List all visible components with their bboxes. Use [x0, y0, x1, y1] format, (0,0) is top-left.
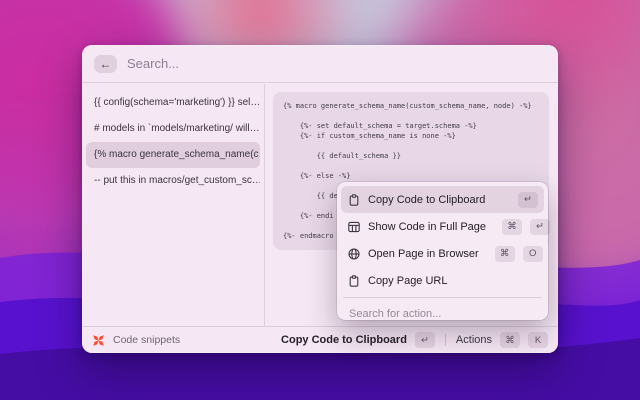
status-bar: Code snippets Copy Code to Clipboard ↵ A…: [82, 326, 558, 353]
primary-action-button[interactable]: Copy Code to Clipboard: [281, 334, 407, 346]
kbd-letter: O: [522, 245, 543, 262]
action-copy-page-url[interactable]: Copy Page URL: [341, 267, 544, 294]
snippet-list: {{ config(schema='marketing') }} sel… # …: [82, 84, 265, 326]
action-search-input[interactable]: Search for action...: [341, 301, 544, 326]
code-line: {% macro generate_schema_name(custom_sch…: [283, 102, 532, 110]
code-line: {%- else -%}: [283, 172, 351, 180]
code-line: {{ default_schema }}: [283, 152, 402, 160]
footer-divider: [444, 334, 446, 346]
action-label: Copy Page URL: [368, 274, 448, 287]
kbd-cmd: ⌘: [500, 332, 520, 348]
launcher-window: ← Search... {{ config(schema='marketing'…: [82, 45, 558, 353]
popup-divider: [343, 297, 542, 298]
code-line: {%- if custom_schema_name is none -%}: [283, 132, 456, 140]
actions-menu-button[interactable]: Actions: [456, 334, 492, 346]
extension-name: Code snippets: [113, 334, 181, 346]
clipboard-icon: [347, 274, 360, 287]
action-label: Copy Code to Clipboard: [368, 193, 486, 206]
action-open-in-browser[interactable]: Open Page in Browser ⌘ O: [341, 240, 544, 267]
clipboard-icon: [347, 193, 360, 206]
kbd-return: ↵: [414, 332, 435, 348]
list-item[interactable]: -- put this in macros/get_custom_sc…: [86, 168, 260, 194]
window-grid-icon: [347, 220, 360, 233]
code-line: {%- set default_schema = target.schema -…: [283, 122, 477, 130]
kbd-return: ↵: [530, 218, 551, 235]
action-show-full-page[interactable]: Show Code in Full Page ⌘ ↵: [341, 213, 551, 240]
search-input[interactable]: Search...: [127, 56, 179, 71]
action-label: Show Code in Full Page: [368, 220, 487, 233]
kbd-letter: K: [528, 332, 548, 348]
search-bar: ← Search...: [82, 45, 558, 83]
screen: ← Search... {{ config(schema='marketing'…: [0, 0, 640, 400]
list-item-selected[interactable]: {% macro generate_schema_name(c…: [86, 142, 260, 168]
kbd-cmd: ⌘: [494, 245, 515, 262]
list-item[interactable]: {{ config(schema='marketing') }} sel…: [86, 90, 260, 116]
actions-popup: Copy Code to Clipboard ↵ Show Code in Fu…: [337, 182, 551, 320]
arrow-left-icon: ←: [99, 56, 112, 71]
action-label: Open Page in Browser: [368, 247, 479, 260]
globe-icon: [347, 247, 360, 260]
list-item[interactable]: # models in `models/marketing/ will…: [86, 116, 260, 142]
kbd-return: ↵: [518, 191, 538, 208]
action-copy-code[interactable]: Copy Code to Clipboard ↵: [341, 186, 544, 213]
back-button[interactable]: ←: [94, 54, 117, 73]
dbt-logo: [92, 334, 105, 347]
kbd-cmd: ⌘: [502, 218, 523, 235]
